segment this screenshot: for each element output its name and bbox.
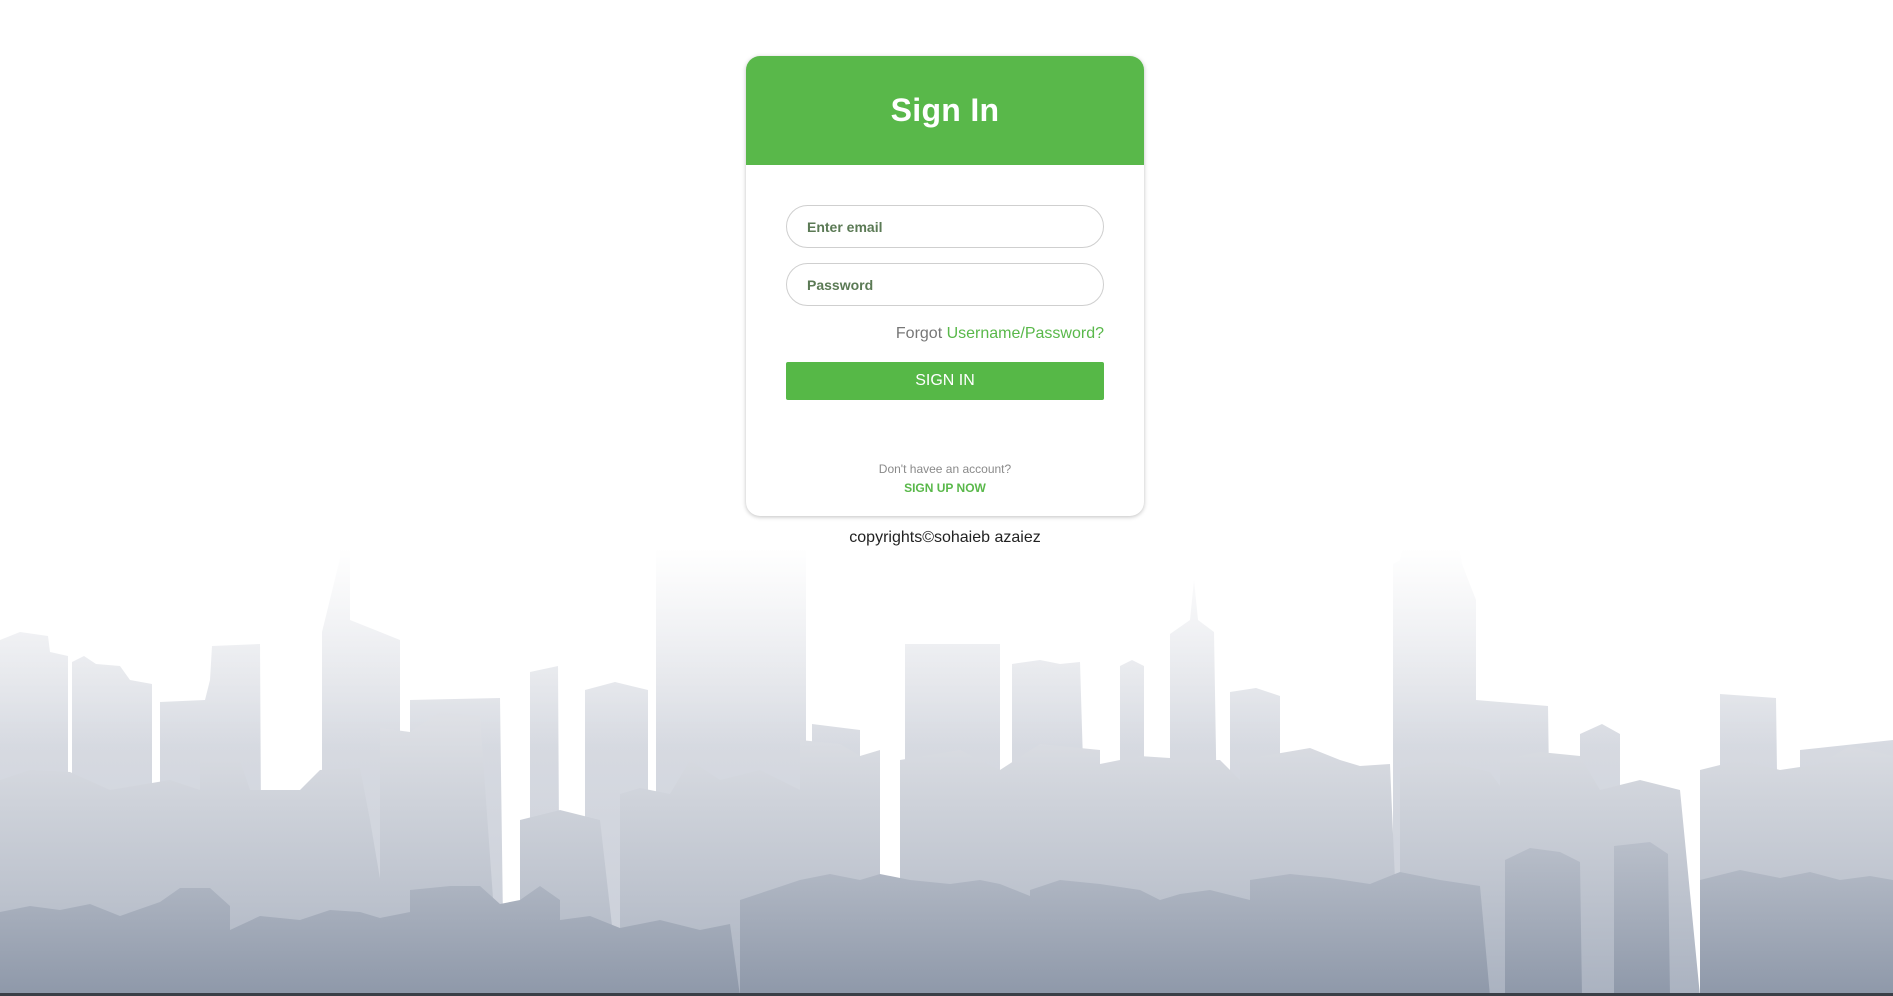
login-page: Sign In Forgot Username/Password? SIGN I…: [0, 0, 1893, 996]
forgot-prefix: Forgot: [895, 325, 943, 342]
sign-in-button[interactable]: SIGN IN: [786, 362, 1104, 400]
forgot-credentials-link[interactable]: Username/Password?: [947, 325, 1104, 342]
copyright-text: copyrights©sohaieb azaiez: [849, 529, 1041, 546]
forgot-credentials-row: Forgot Username/Password?: [786, 325, 1104, 345]
no-account-text: Don't havee an account?: [878, 462, 1012, 476]
login-card-header: Sign In: [746, 56, 1144, 165]
sign-up-link[interactable]: SIGN UP NOW: [786, 481, 1104, 495]
login-card: Sign In Forgot Username/Password? SIGN I…: [746, 56, 1144, 516]
login-form: Forgot Username/Password? SIGN IN Don't …: [746, 205, 1144, 495]
email-input[interactable]: [786, 205, 1104, 248]
login-title: Sign In: [890, 92, 1000, 128]
password-input[interactable]: [786, 263, 1104, 306]
